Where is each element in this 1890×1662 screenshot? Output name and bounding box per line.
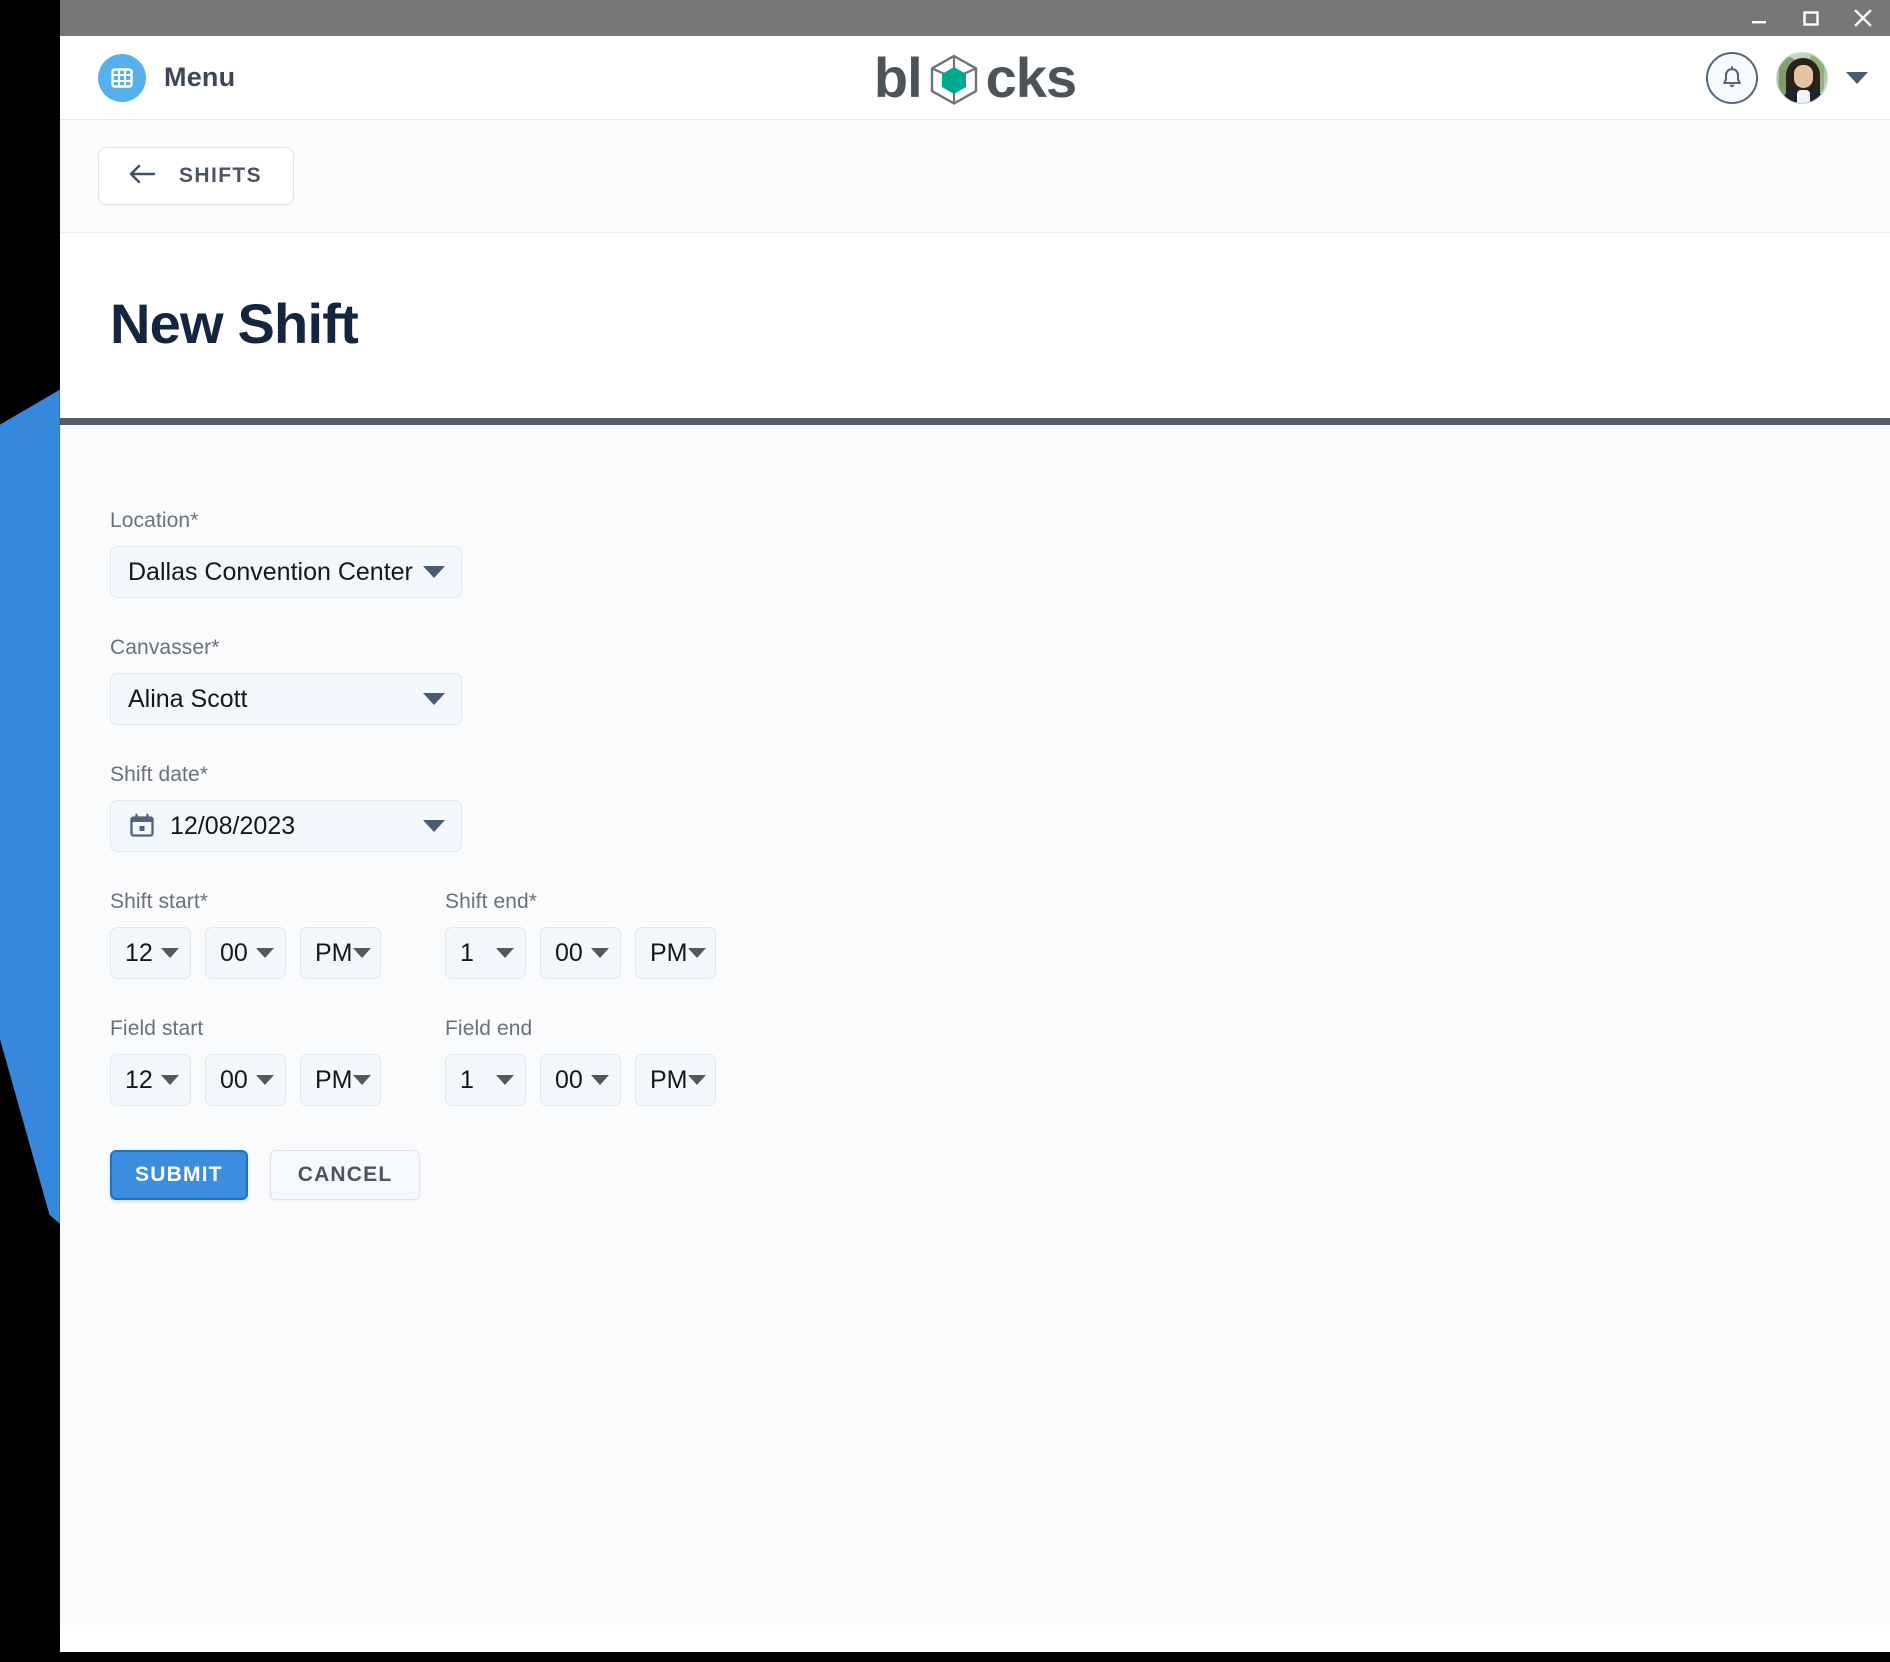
menu-label: Menu — [164, 62, 236, 92]
shift-start-minute-value: 00 — [220, 938, 248, 967]
canvasser-select[interactable]: Alina Scott — [110, 673, 462, 725]
location-select[interactable]: Dallas Convention Center — [110, 546, 462, 598]
field-end-minute-value: 00 — [555, 1065, 583, 1094]
field-end-hour-select[interactable]: 1 — [445, 1054, 526, 1106]
chevron-down-icon — [423, 693, 445, 705]
field-start-meridiem-select[interactable]: PM — [300, 1054, 381, 1106]
field-start-group: Field start 12 00 PM — [110, 1017, 381, 1106]
shift-date-label: Shift date* — [110, 763, 208, 786]
field-end-group: Field end 1 00 PM — [445, 1017, 716, 1106]
field-end-hour-value: 1 — [460, 1065, 474, 1094]
shift-end-minute-select[interactable]: 00 — [540, 927, 621, 979]
grid-icon — [98, 53, 146, 102]
screen: Menu bl cks SHIFTS New Shift Location* D… — [0, 0, 1890, 1662]
shift-start-meridiem-value: PM — [315, 938, 353, 967]
chevron-down-icon — [687, 948, 706, 958]
chevron-down-icon — [591, 1075, 609, 1085]
shift-start-label: Shift start* — [110, 890, 209, 913]
canvasser-field: Canvasser* Alina Scott — [110, 636, 1890, 725]
chevron-down-icon — [161, 1075, 179, 1085]
shift-end-hour-value: 1 — [460, 938, 474, 967]
brand-text-before: bl — [873, 45, 923, 109]
arrow-left-icon — [127, 163, 157, 190]
field-start-meridiem-value: PM — [315, 1065, 353, 1094]
location-label: Location* — [110, 509, 199, 532]
chevron-down-icon — [496, 948, 514, 958]
shift-end-meridiem-select[interactable]: PM — [635, 927, 716, 979]
bell-icon[interactable] — [1706, 51, 1758, 104]
breadcrumb-bar: SHIFTS — [60, 120, 1890, 233]
shift-end-hour-select[interactable]: 1 — [445, 927, 526, 979]
chevron-down-icon — [352, 1075, 371, 1085]
shift-start-hour-select[interactable]: 12 — [110, 927, 191, 979]
brand-text-after: cks — [985, 45, 1077, 109]
shift-start-minute-select[interactable]: 00 — [205, 927, 286, 979]
field-end-meridiem-select[interactable]: PM — [635, 1054, 716, 1106]
location-field: Location* Dallas Convention Center — [110, 509, 1890, 598]
cancel-button[interactable]: CANCEL — [269, 1150, 421, 1200]
field-start-hour-select[interactable]: 12 — [110, 1054, 191, 1106]
shift-date-select[interactable]: 12/08/2023 — [110, 800, 462, 852]
canvasser-value: Alina Scott — [128, 684, 248, 713]
shift-start-group: Shift start* 12 00 PM — [110, 890, 381, 979]
field-end-label: Field end — [445, 1017, 533, 1040]
chevron-down-icon — [423, 566, 445, 578]
chevron-down-icon[interactable] — [1846, 71, 1868, 84]
shift-date-value: 12/08/2023 — [170, 811, 296, 840]
close-icon[interactable] — [1850, 5, 1876, 31]
app-header: Menu bl cks — [60, 36, 1890, 120]
field-end-minute-select[interactable]: 00 — [540, 1054, 621, 1106]
window-titlebar — [60, 0, 1890, 36]
shift-start-hour-value: 12 — [125, 938, 153, 967]
canvasser-label: Canvasser* — [110, 636, 220, 659]
shift-end-group: Shift end* 1 00 PM — [445, 890, 716, 979]
shift-end-minute-value: 00 — [555, 938, 583, 967]
shift-end-meridiem-value: PM — [650, 938, 688, 967]
field-start-hour-value: 12 — [125, 1065, 153, 1094]
app-window: Menu bl cks SHIFTS New Shift Location* D… — [60, 0, 1890, 1652]
brand-logo: bl cks — [60, 47, 1890, 109]
back-button-label: SHIFTS — [179, 164, 263, 187]
chevron-down-icon — [687, 1075, 706, 1085]
chevron-down-icon — [256, 948, 274, 958]
chevron-down-icon — [423, 820, 445, 832]
submit-button[interactable]: SUBMIT — [110, 1150, 248, 1200]
cube-icon — [923, 47, 985, 109]
minimize-icon[interactable] — [1746, 5, 1772, 31]
calendar-icon — [128, 812, 156, 840]
avatar[interactable] — [1776, 51, 1828, 104]
maximize-icon[interactable] — [1798, 5, 1824, 31]
shift-start-meridiem-select[interactable]: PM — [300, 927, 381, 979]
location-value: Dallas Convention Center — [128, 557, 413, 586]
app-header-actions — [1706, 51, 1868, 104]
chevron-down-icon — [496, 1075, 514, 1085]
shift-end-label: Shift end* — [445, 890, 538, 913]
shift-time-row: Shift start* 12 00 PM Shift end* 1 00 PM — [110, 890, 1890, 979]
chevron-down-icon — [161, 948, 179, 958]
field-time-row: Field start 12 00 PM Field end 1 00 PM — [110, 1017, 1890, 1106]
chevron-down-icon — [591, 948, 609, 958]
form-actions: SUBMIT CANCEL — [110, 1150, 1890, 1200]
field-end-meridiem-value: PM — [650, 1065, 688, 1094]
chevron-down-icon — [256, 1075, 274, 1085]
field-start-minute-value: 00 — [220, 1065, 248, 1094]
page-title: New Shift — [110, 292, 359, 355]
menu-button[interactable]: Menu — [98, 53, 236, 102]
field-start-label: Field start — [110, 1017, 204, 1040]
new-shift-form: Location* Dallas Convention Center Canva… — [60, 425, 1890, 1625]
field-start-minute-select[interactable]: 00 — [205, 1054, 286, 1106]
page-title-section: New Shift — [60, 233, 1890, 425]
shift-date-field: Shift date* 12/08/2023 — [110, 763, 1890, 852]
back-to-shifts-button[interactable]: SHIFTS — [98, 147, 294, 205]
chevron-down-icon — [352, 948, 371, 958]
